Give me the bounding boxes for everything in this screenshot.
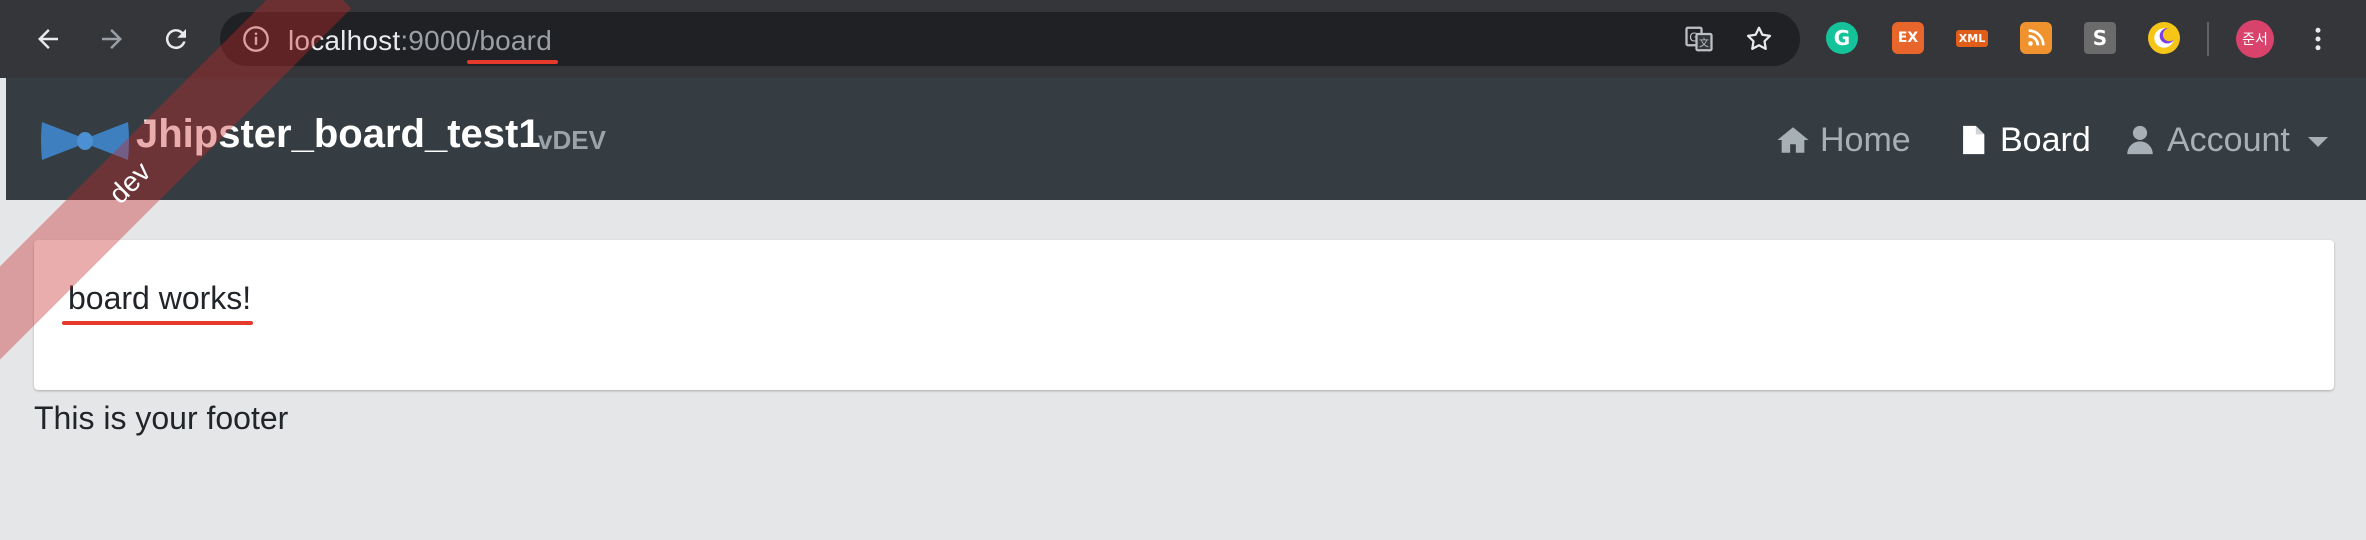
xml-extension-icon[interactable]: XML — [1954, 22, 1990, 54]
nav-account-dropdown[interactable]: Account — [2123, 118, 2328, 162]
back-button[interactable] — [24, 15, 72, 63]
svg-text:文: 文 — [1699, 37, 1709, 50]
profile-avatar[interactable]: 준서 — [2236, 20, 2274, 58]
nav-board[interactable]: Board — [1956, 118, 2091, 162]
home-icon — [1777, 127, 1809, 153]
arrow-right-icon — [102, 29, 122, 49]
app-navbar: Jhipster_board_test1 vDEV Home Board Acc… — [6, 78, 2366, 200]
board-works-text: board works! — [61, 280, 254, 325]
file-icon — [1963, 125, 1985, 155]
reload-icon — [165, 29, 186, 50]
grammarly-extension-icon[interactable]: G — [1826, 22, 1858, 54]
browser-toolbar: localhost:9000/board G 文 G EX XML S 준서 — [0, 0, 2366, 78]
nav-home-label: Home — [1820, 120, 1911, 159]
kebab-menu-icon — [2315, 27, 2321, 51]
page-footer: This is your footer — [34, 400, 289, 436]
ex-extension-icon[interactable]: EX — [1892, 22, 1924, 54]
address-bar[interactable]: localhost:9000/board G 文 — [220, 12, 1800, 66]
brand-version: vDEV — [538, 125, 606, 155]
user-icon — [2127, 125, 2153, 155]
nav-home[interactable]: Home — [1776, 118, 1911, 162]
rss-extension-icon[interactable] — [2020, 22, 2052, 54]
content-card: board works! — [34, 240, 2334, 390]
dev-ribbon-label: dev — [102, 155, 157, 210]
caret-down-icon — [2307, 137, 2328, 147]
star-icon[interactable] — [1744, 24, 1774, 54]
toolbar-divider — [2207, 22, 2209, 56]
reload-button[interactable] — [152, 15, 200, 63]
chrome-menu-button[interactable] — [2294, 15, 2342, 63]
nav-board-label: Board — [2000, 120, 2091, 159]
forward-button[interactable] — [88, 15, 136, 63]
nav-account-label: Account — [2167, 120, 2290, 159]
s-extension-icon[interactable]: S — [2084, 22, 2116, 54]
arrow-left-icon — [38, 29, 58, 49]
translate-icon[interactable]: G 文 — [1684, 24, 1714, 54]
crescent-extension-icon[interactable] — [2148, 22, 2180, 54]
